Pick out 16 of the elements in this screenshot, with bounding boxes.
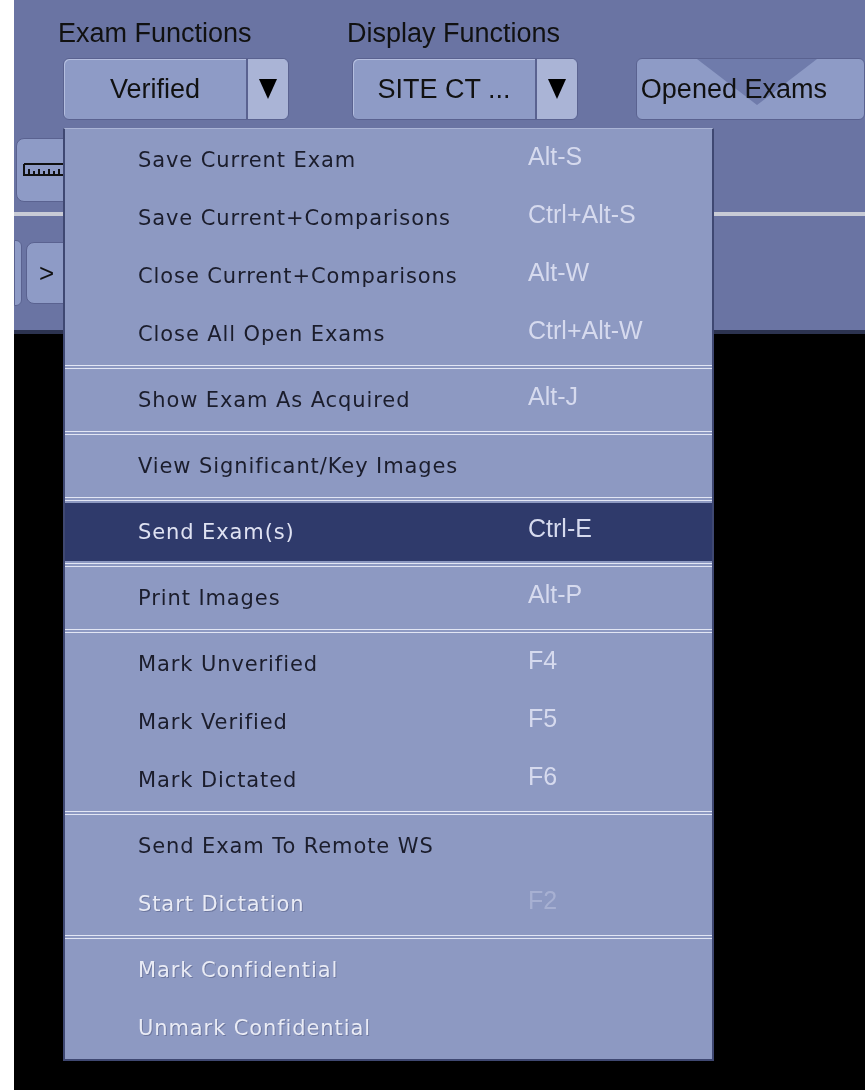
dropdown[interactable]: Verified (63, 58, 289, 120)
menu-item[interactable]: Mark Unverified F4 (65, 635, 712, 693)
menu-item[interactable]: Save Current Exam Alt-S (65, 131, 712, 189)
menu-item[interactable]: Mark Verified F5 (65, 693, 712, 751)
group-label: Exam Functions (58, 18, 253, 50)
menu-item[interactable]: Send Exam(s) Ctrl-E (65, 503, 712, 561)
menu-item[interactable]: Close All Open Exams Ctrl+Alt-W (65, 305, 712, 363)
opened-exams-button[interactable]: Opened Exams (635, 58, 865, 120)
menu-item[interactable]: Print Images Alt-P (65, 569, 712, 627)
menu-item[interactable]: View Significant/Key Images (65, 437, 712, 495)
dropdown[interactable]: SITE CT ... (351, 58, 578, 120)
ruler-icon (23, 163, 63, 177)
menu-item[interactable]: Show Exam As Acquired Alt-J (65, 371, 712, 429)
menu-item[interactable]: Mark Dictated F6 (65, 751, 712, 809)
menu-item[interactable]: Send Exam To Remote WS (65, 817, 712, 875)
group-label: Display Functions (346, 18, 561, 50)
